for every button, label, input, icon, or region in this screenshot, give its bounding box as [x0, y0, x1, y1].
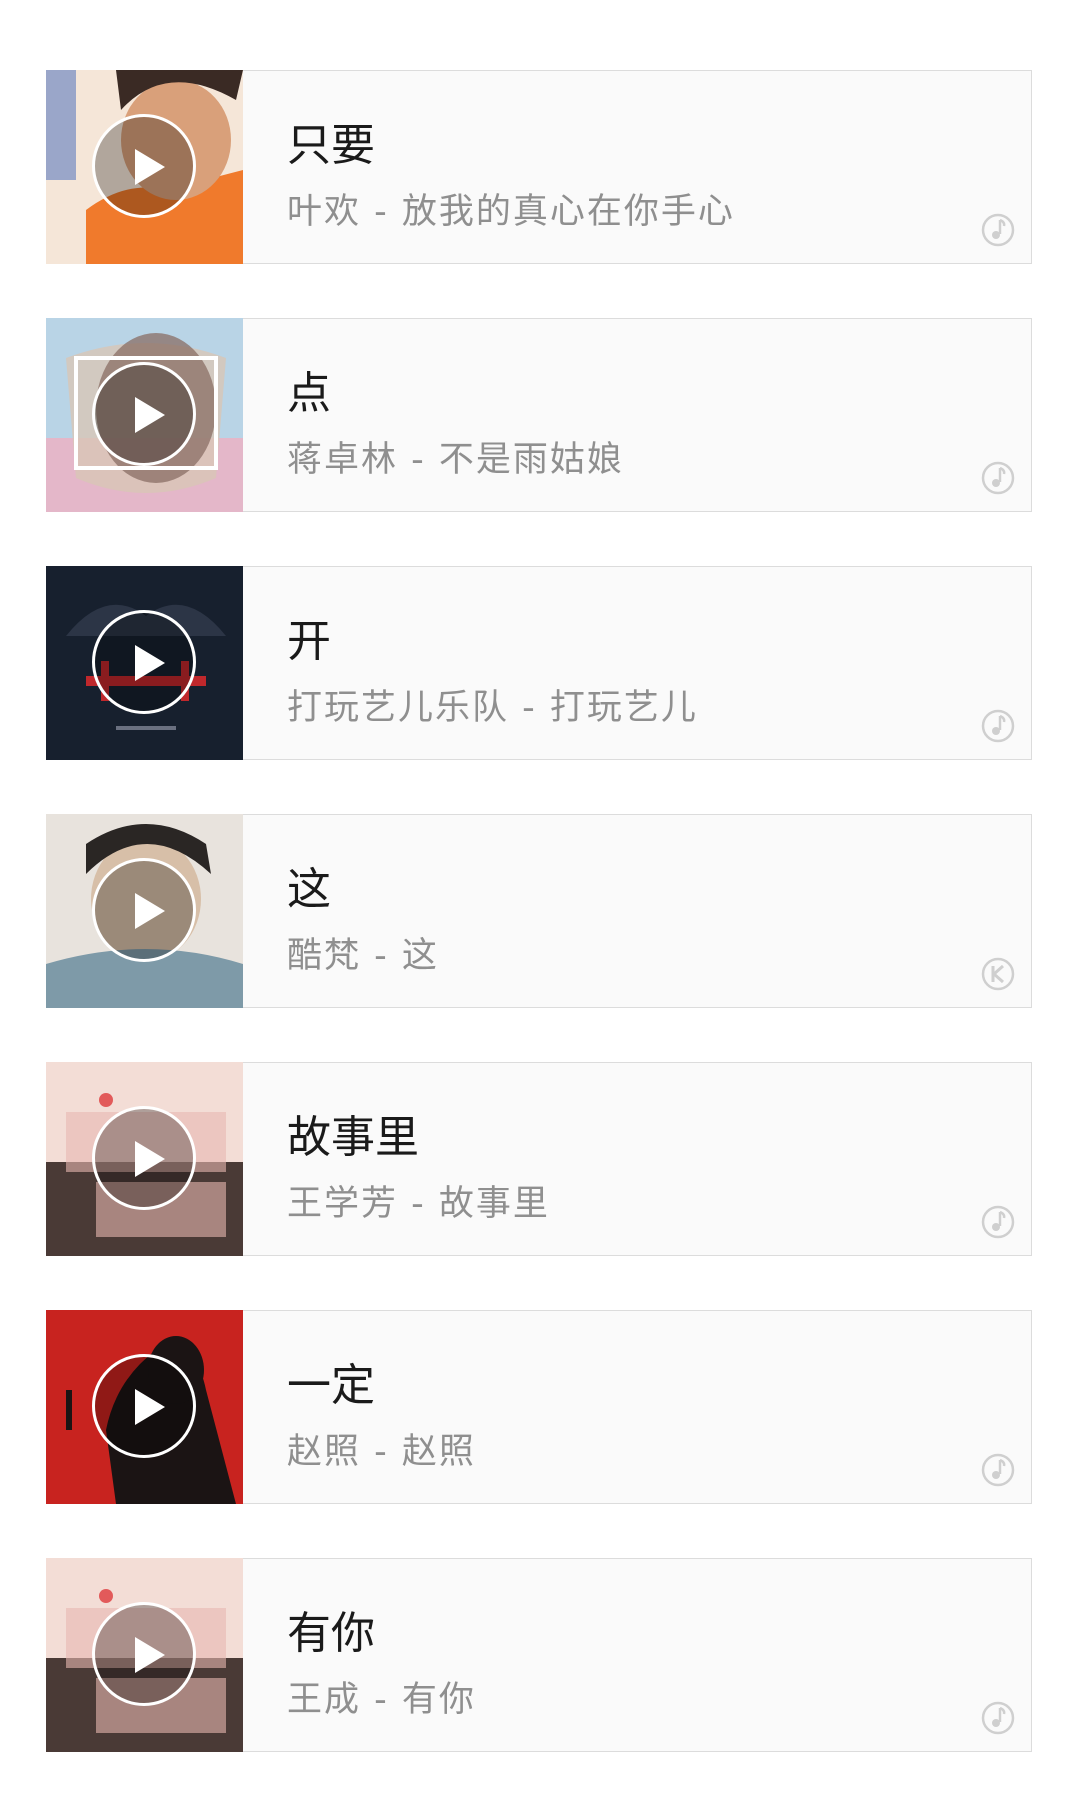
source-badge — [981, 213, 1015, 247]
source-badge — [981, 1453, 1015, 1487]
song-title: 只要 — [287, 120, 375, 171]
album-cover[interactable] — [46, 1062, 243, 1256]
song-title: 这 — [287, 864, 331, 915]
song-title: 故事里 — [287, 1112, 419, 1163]
album-cover[interactable] — [46, 1558, 243, 1752]
song-artist-album: 王学芳 - 故事里 — [287, 1184, 550, 1224]
album-cover[interactable] — [46, 318, 243, 512]
song-title: 有你 — [287, 1608, 375, 1659]
album-cover[interactable] — [46, 814, 243, 1008]
play-button[interactable] — [92, 610, 196, 714]
source-badge — [981, 461, 1015, 495]
play-button[interactable] — [92, 1354, 196, 1458]
play-icon — [135, 1141, 165, 1177]
song-artist-album: 赵照 - 赵照 — [287, 1432, 476, 1472]
play-icon — [135, 645, 165, 681]
song-card[interactable]: 一定 赵照 - 赵照 — [46, 1310, 1032, 1504]
play-button[interactable] — [92, 114, 196, 218]
source-badge — [981, 1205, 1015, 1239]
music-note-icon — [981, 1453, 1015, 1487]
music-note-icon — [981, 461, 1015, 495]
music-note-icon — [981, 1205, 1015, 1239]
song-artist-album: 酷梵 - 这 — [287, 936, 439, 976]
play-button[interactable] — [92, 1602, 196, 1706]
song-artist-album: 蒋卓林 - 不是雨姑娘 — [287, 440, 624, 480]
song-card[interactable]: 这 酷梵 - 这 — [46, 814, 1032, 1008]
music-note-icon — [981, 1701, 1015, 1735]
play-icon — [135, 397, 165, 433]
album-cover[interactable] — [46, 1310, 243, 1504]
song-card[interactable]: 故事里 王学芳 - 故事里 — [46, 1062, 1032, 1256]
karaoke-k-icon — [981, 957, 1015, 991]
music-note-icon — [981, 213, 1015, 247]
song-title: 点 — [287, 368, 331, 419]
album-cover[interactable] — [46, 566, 243, 760]
song-card[interactable]: 点 蒋卓林 - 不是雨姑娘 — [46, 318, 1032, 512]
song-title: 一定 — [287, 1360, 375, 1411]
song-title: 开 — [287, 616, 331, 667]
song-card[interactable]: 有你 王成 - 有你 — [46, 1558, 1032, 1752]
source-badge — [981, 957, 1015, 991]
album-cover[interactable] — [46, 70, 243, 264]
song-artist-album: 打玩艺儿乐队 - 打玩艺儿 — [287, 688, 698, 728]
source-badge — [981, 709, 1015, 743]
play-icon — [135, 1637, 165, 1673]
song-card[interactable]: 开 打玩艺儿乐队 - 打玩艺儿 — [46, 566, 1032, 760]
play-icon — [135, 893, 165, 929]
song-artist-album: 王成 - 有你 — [287, 1680, 476, 1720]
play-icon — [135, 149, 165, 185]
play-button[interactable] — [92, 858, 196, 962]
song-artist-album: 叶欢 - 放我的真心在你手心 — [287, 192, 735, 232]
music-note-icon — [981, 709, 1015, 743]
play-button[interactable] — [92, 362, 196, 466]
source-badge — [981, 1701, 1015, 1735]
song-card[interactable]: 只要 叶欢 - 放我的真心在你手心 — [46, 70, 1032, 264]
play-button[interactable] — [92, 1106, 196, 1210]
play-icon — [135, 1389, 165, 1425]
